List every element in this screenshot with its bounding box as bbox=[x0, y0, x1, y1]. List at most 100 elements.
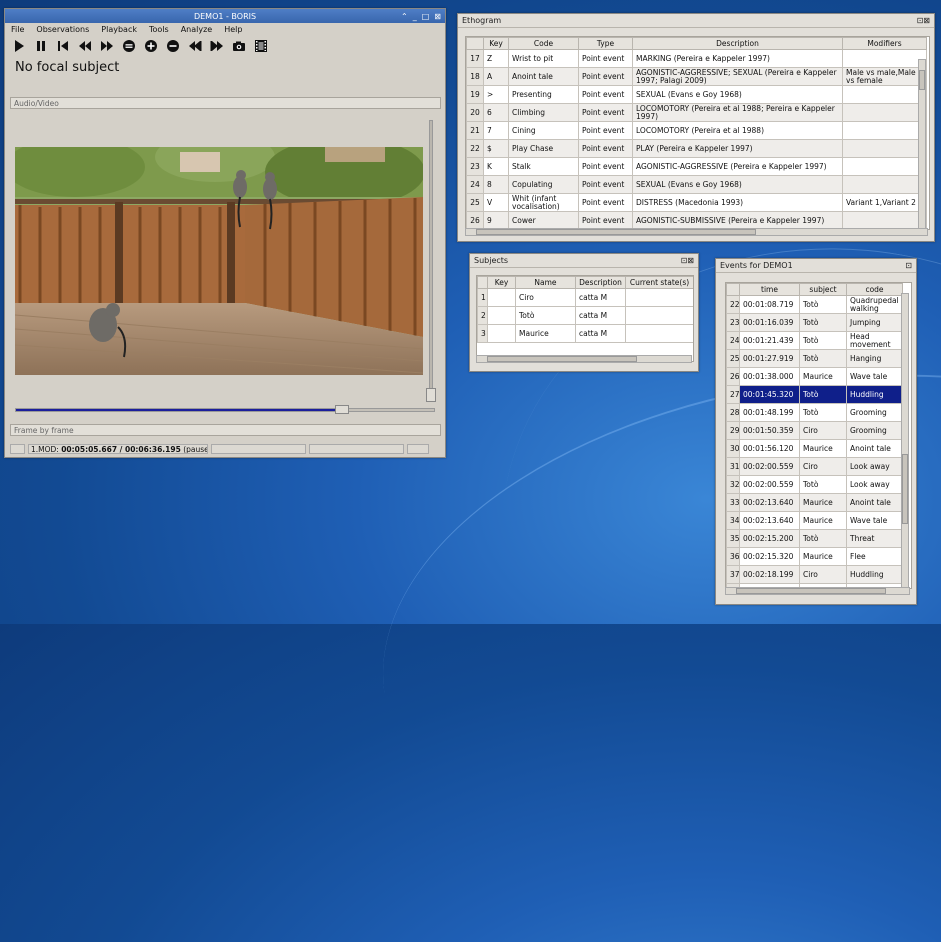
table-cell[interactable] bbox=[842, 85, 927, 104]
table-cell[interactable]: catta M bbox=[575, 288, 626, 307]
column-header[interactable]: Name bbox=[515, 276, 576, 289]
table-cell[interactable] bbox=[625, 324, 693, 343]
subjects-hscroll[interactable] bbox=[476, 355, 692, 363]
column-header[interactable]: code bbox=[846, 283, 903, 296]
fast-forward-icon[interactable] bbox=[99, 38, 115, 54]
table-cell[interactable]: 7 bbox=[483, 121, 509, 140]
next-media-icon[interactable] bbox=[209, 38, 225, 54]
table-row[interactable]: 27 00:01:45.320 Totò Huddling bbox=[726, 385, 903, 404]
table-cell[interactable]: 00:02:13.640 bbox=[739, 493, 800, 512]
table-row[interactable]: 1 Ciro catta M bbox=[477, 288, 693, 307]
table-cell[interactable] bbox=[842, 211, 927, 229]
table-cell[interactable]: 00:01:08.719 bbox=[739, 295, 800, 314]
table-row[interactable]: 23 K Stalk Point event AGONISTIC-AGGRESSIVE … bbox=[466, 157, 927, 176]
table-cell[interactable]: V bbox=[483, 193, 509, 212]
table-cell[interactable]: Hanging bbox=[846, 349, 903, 368]
events-hscroll[interactable] bbox=[725, 587, 910, 595]
previous-media-icon[interactable] bbox=[187, 38, 203, 54]
column-header[interactable]: Key bbox=[487, 276, 516, 289]
table-row[interactable]: 35 00:02:15.200 Totò Threat bbox=[726, 529, 903, 548]
table-cell[interactable]: SEXUAL (Evans e Goy 1968) bbox=[632, 85, 843, 104]
table-cell[interactable]: Flee bbox=[846, 547, 903, 566]
table-cell[interactable]: 00:01:45.320 bbox=[739, 385, 800, 404]
volume-slider-track[interactable] bbox=[429, 120, 433, 390]
table-cell[interactable]: Point event bbox=[578, 67, 633, 86]
table-cell[interactable] bbox=[842, 157, 927, 176]
table-cell[interactable]: Wave tale bbox=[846, 367, 903, 386]
position-slider-handle[interactable] bbox=[335, 405, 350, 414]
table-cell[interactable]: AGONISTIC-SUBMISSIVE (Pereira e Kappeler… bbox=[632, 211, 843, 229]
table-cell[interactable]: LOCOMOTORY (Pereira et al 1988) bbox=[632, 121, 843, 140]
video-frame[interactable] bbox=[15, 147, 423, 375]
table-cell[interactable]: Huddling bbox=[846, 565, 903, 584]
menu-item-observations[interactable]: Observations bbox=[36, 25, 89, 34]
play-icon[interactable] bbox=[11, 38, 27, 54]
table-cell[interactable] bbox=[842, 139, 927, 158]
table-cell[interactable]: Maurice bbox=[799, 367, 847, 386]
table-cell[interactable]: Anoint tale bbox=[508, 67, 579, 86]
column-header[interactable]: Description bbox=[632, 37, 843, 50]
table-cell[interactable]: Totò bbox=[799, 295, 847, 314]
table-cell[interactable]: SEXUAL (Evans e Goy 1968) bbox=[632, 175, 843, 194]
table-cell[interactable]: Point event bbox=[578, 139, 633, 158]
table-cell[interactable]: 9 bbox=[483, 211, 509, 229]
maximize-icon[interactable]: □ bbox=[422, 12, 430, 21]
table-row[interactable]: 22 $ Play Chase Point event PLAY (Pereira e … bbox=[466, 139, 927, 158]
table-row[interactable]: 25 00:01:27.919 Totò Hanging bbox=[726, 349, 903, 368]
table-cell[interactable]: 00:01:48.199 bbox=[739, 403, 800, 422]
column-header[interactable]: time bbox=[739, 283, 800, 296]
position-slider[interactable] bbox=[15, 405, 435, 414]
menu-item-analyze[interactable]: Analyze bbox=[181, 25, 213, 34]
table-cell[interactable]: 00:02:15.200 bbox=[739, 529, 800, 548]
table-cell[interactable]: Ciro bbox=[515, 288, 576, 307]
table-cell[interactable]: DISTRESS (Macedonia 1993) bbox=[632, 193, 843, 212]
table-cell[interactable]: Totò bbox=[515, 306, 576, 325]
reset-speed-icon[interactable] bbox=[121, 38, 137, 54]
table-cell[interactable]: Play Chase bbox=[508, 139, 579, 158]
table-cell[interactable] bbox=[842, 121, 927, 140]
table-cell[interactable]: Totò bbox=[799, 349, 847, 368]
table-row[interactable]: 33 00:02:13.640 Maurice Anoint tale bbox=[726, 493, 903, 512]
table-row[interactable]: 25 V Whit (infant vocalisation) Point event… bbox=[466, 193, 927, 212]
table-row[interactable]: 31 00:02:00.559 Ciro Look away bbox=[726, 457, 903, 476]
table-cell[interactable]: Cining bbox=[508, 121, 579, 140]
menu-item-playback[interactable]: Playback bbox=[101, 25, 137, 34]
events-vscroll[interactable] bbox=[901, 293, 909, 588]
table-cell[interactable]: Threat bbox=[846, 529, 903, 548]
table-cell[interactable]: Jumping bbox=[846, 313, 903, 332]
table-cell[interactable]: 00:01:16.039 bbox=[739, 313, 800, 332]
table-cell[interactable]: Point event bbox=[578, 211, 633, 229]
table-cell[interactable]: Point event bbox=[578, 49, 633, 68]
table-row[interactable]: 3 Maurice catta M bbox=[477, 324, 693, 343]
table-cell[interactable]: Cower bbox=[508, 211, 579, 229]
table-cell[interactable]: AGONISTIC-AGGRESSIVE (Pereira e Kappeler… bbox=[632, 157, 843, 176]
table-cell[interactable]: 00:02:15.320 bbox=[739, 547, 800, 566]
table-row[interactable]: 34 00:02:13.640 Maurice Wave tale bbox=[726, 511, 903, 530]
table-row[interactable]: 30 00:01:56.120 Maurice Anoint tale bbox=[726, 439, 903, 458]
table-cell[interactable]: PLAY (Pereira e Kappeler 1997) bbox=[632, 139, 843, 158]
minimize-icon[interactable]: _ bbox=[413, 12, 417, 21]
table-cell[interactable]: 00:02:18.199 bbox=[739, 565, 800, 584]
subjects-titlebar[interactable]: Subjects ⊡⊠ bbox=[470, 254, 698, 268]
dock-close-icon[interactable]: ⊡ bbox=[905, 261, 912, 270]
table-cell[interactable] bbox=[842, 175, 927, 194]
table-cell[interactable]: Maurice bbox=[799, 547, 847, 566]
table-row[interactable]: 26 00:01:38.000 Maurice Wave tale bbox=[726, 367, 903, 386]
table-cell[interactable]: Climbing bbox=[508, 103, 579, 122]
table-cell[interactable]: $ bbox=[483, 139, 509, 158]
table-cell[interactable]: Look away bbox=[846, 475, 903, 494]
menu-item-help[interactable]: Help bbox=[224, 25, 242, 34]
table-cell[interactable]: Ciro bbox=[799, 565, 847, 584]
table-row[interactable]: 36 00:02:15.320 Maurice Flee bbox=[726, 547, 903, 566]
table-cell[interactable]: Maurice bbox=[799, 511, 847, 530]
table-cell[interactable] bbox=[842, 103, 927, 122]
table-cell[interactable]: catta M bbox=[575, 324, 626, 343]
table-row[interactable]: 17 Z Wrist to pit Point event MARKING (Perei… bbox=[466, 49, 927, 68]
table-cell[interactable]: K bbox=[483, 157, 509, 176]
column-header[interactable]: Type bbox=[578, 37, 633, 50]
table-cell[interactable]: Variant 1,Variant 2 bbox=[842, 193, 927, 212]
menu-item-tools[interactable]: Tools bbox=[149, 25, 169, 34]
table-cell[interactable]: Totò bbox=[799, 475, 847, 494]
table-cell[interactable]: Quadrupedal walking bbox=[846, 295, 903, 314]
table-cell[interactable]: 00:01:50.359 bbox=[739, 421, 800, 440]
